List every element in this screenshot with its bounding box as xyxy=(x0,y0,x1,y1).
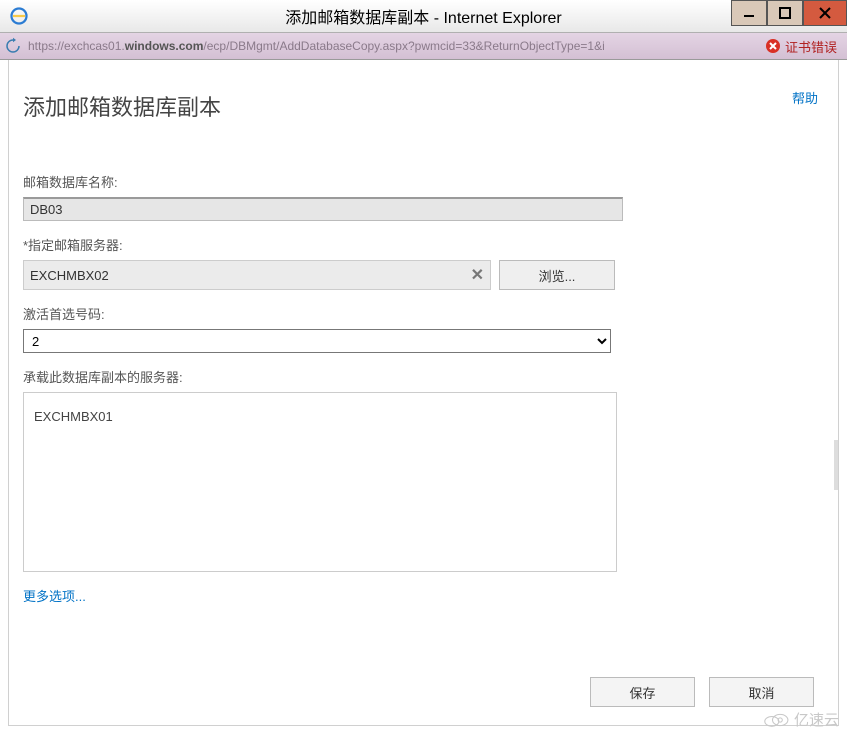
certificate-error-badge[interactable]: 证书错误 xyxy=(759,37,843,56)
help-link[interactable]: 帮助 xyxy=(792,88,818,107)
save-button[interactable]: 保存 xyxy=(590,677,695,707)
window-title: 添加邮箱数据库副本 - Internet Explorer xyxy=(285,4,562,28)
more-options-link[interactable]: 更多选项... xyxy=(23,589,86,604)
hosting-servers-list[interactable]: EXCHMBX01 xyxy=(23,392,617,572)
address-bar: https://exchcas01.windows.com/ecp/DBMgmt… xyxy=(0,33,847,60)
db-name-label: 邮箱数据库名称: xyxy=(23,172,824,191)
url-text[interactable]: https://exchcas01.windows.com/ecp/DBMgmt… xyxy=(28,39,759,53)
maximize-button[interactable] xyxy=(767,0,803,26)
activation-select[interactable]: 2 xyxy=(23,329,611,353)
activation-label: 激活首选号码: xyxy=(23,304,824,323)
minimize-button[interactable] xyxy=(731,0,767,26)
scrollbar-hint xyxy=(834,440,838,490)
page-title: 添加邮箱数据库副本 xyxy=(23,90,824,122)
server-input[interactable]: EXCHMBX02 ✕ xyxy=(23,260,491,290)
cancel-button[interactable]: 取消 xyxy=(709,677,814,707)
clear-server-icon[interactable]: ✕ xyxy=(471,265,484,285)
db-name-input: DB03 xyxy=(23,197,623,221)
close-button[interactable] xyxy=(803,0,847,26)
window-buttons xyxy=(731,0,847,26)
shield-error-icon xyxy=(765,38,781,54)
hosting-label: 承载此数据库副本的服务器: xyxy=(23,367,824,386)
content-frame: 帮助 添加邮箱数据库副本 邮箱数据库名称: DB03 *指定邮箱服务器: EXC… xyxy=(8,60,839,726)
server-label: *指定邮箱服务器: xyxy=(23,235,824,254)
browse-button[interactable]: 浏览... xyxy=(499,260,615,290)
list-item[interactable]: EXCHMBX01 xyxy=(34,409,606,424)
refresh-icon[interactable] xyxy=(4,37,22,55)
window-titlebar: 添加邮箱数据库副本 - Internet Explorer xyxy=(0,0,847,33)
dialog-footer: 保存 取消 xyxy=(590,677,814,707)
ie-logo-icon xyxy=(10,7,28,25)
